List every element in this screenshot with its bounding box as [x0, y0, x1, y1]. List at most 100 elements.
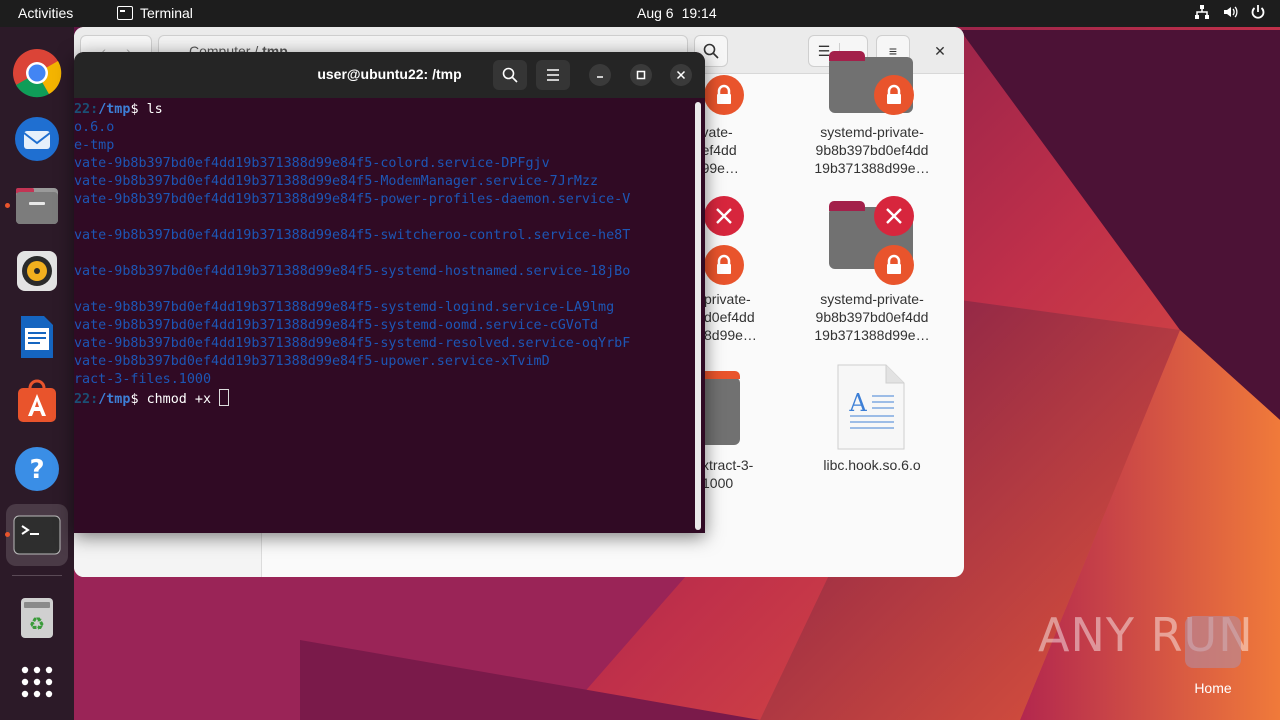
terminal-output[interactable]: r@ubuntu22:/tmp$ lsc.hook.so.6.okaged_pi… — [74, 100, 694, 533]
power-icon — [1250, 4, 1266, 20]
maximize-icon — [636, 70, 646, 80]
files-icon — [16, 188, 58, 224]
terminal-line: temd-private-9b8b397bd0ef4dd19b371388d99… — [74, 191, 630, 209]
dock-thunderbird[interactable] — [12, 114, 62, 164]
thunderbird-icon — [15, 117, 59, 161]
file-label-line: libc.hook.so.6.o — [823, 457, 921, 473]
terminal-titlebar[interactable]: user@ubuntu22: /tmp — [74, 52, 705, 98]
rhythmbox-icon — [17, 251, 57, 291]
lock-icon — [704, 245, 744, 285]
activities-button[interactable]: Activities — [18, 5, 73, 21]
maximize-button[interactable] — [630, 64, 652, 86]
home-folder-icon — [1185, 616, 1241, 668]
close-icon — [676, 70, 686, 80]
file-item-partial[interactable]: private- d0ef4dd 8d99e… — [704, 290, 784, 344]
prompt-symbol: $ — [130, 392, 147, 407]
clock-date: Aug 6 — [637, 5, 674, 21]
folder-icon — [702, 377, 740, 445]
dock-help[interactable]: ? — [12, 444, 62, 494]
dock-files[interactable] — [12, 180, 62, 230]
prompt-path: /tmp — [98, 392, 131, 407]
minimize-button[interactable] — [589, 64, 611, 86]
terminal-line: c.hook.so.6.o — [74, 119, 114, 137]
help-icon: ? — [15, 447, 59, 491]
search-icon — [703, 43, 719, 59]
svg-text:♻: ♻ — [29, 614, 45, 635]
terminal-search-button[interactable] — [493, 60, 527, 90]
file-label-line: 1000 — [702, 475, 734, 491]
svg-text:?: ? — [29, 455, 44, 485]
prompt-command: ls — [146, 102, 163, 117]
software-icon — [18, 379, 56, 422]
clock-time: 19:14 — [681, 5, 717, 21]
clock[interactable]: Aug 6 19:14 — [637, 5, 717, 21]
terminal-line: temd-private-9b8b397bd0ef4dd19b371388d99… — [74, 299, 614, 317]
close-icon: ✕ — [934, 42, 946, 59]
terminal-menu-button[interactable] — [536, 60, 570, 90]
desktop-home[interactable]: Home — [1184, 616, 1242, 696]
home-label: Home — [1194, 680, 1232, 696]
dock-rhythmbox[interactable] — [12, 246, 62, 296]
prompt-command: chmod +x — [146, 392, 220, 407]
trash-icon: ♻ — [21, 598, 53, 638]
terminal-scrollbar[interactable] — [695, 102, 701, 530]
network-icon — [1194, 4, 1210, 20]
text-cursor — [219, 389, 230, 406]
file-label-line: d0ef4dd — [704, 309, 755, 325]
file-label-line: systemd-private- — [820, 291, 924, 307]
file-label-line: 9b8b397bd0ef4dd — [815, 309, 929, 325]
terminal-line: temd-private-9b8b397bd0ef4dd19b371388d99… — [74, 155, 550, 173]
writer-icon — [21, 316, 53, 358]
dock-separator — [12, 575, 62, 576]
dock-terminal[interactable] — [6, 504, 68, 566]
file-label-line: private- — [704, 291, 751, 307]
x-icon — [704, 196, 744, 236]
svg-text:A: A — [848, 389, 867, 417]
document-icon: A — [837, 364, 905, 450]
dock-writer[interactable] — [12, 312, 62, 362]
x-icon — [874, 196, 914, 236]
close-button[interactable] — [670, 64, 692, 86]
terminal-line: kaged_pie-tmp — [74, 137, 114, 155]
file-label-line: xtract-3- — [702, 457, 754, 473]
lock-icon — [704, 75, 744, 115]
system-tray[interactable] — [1194, 4, 1266, 20]
search-icon — [502, 67, 518, 83]
file-label-line: systemd-private- — [820, 124, 924, 140]
terminal-icon — [13, 515, 61, 555]
chrome-icon — [13, 49, 62, 98]
close-button[interactable]: ✕ — [924, 35, 956, 67]
file-label-line: 19b371388d99e… — [814, 327, 930, 343]
ls-entry: vate-9b8b397bd0ef4dd19b371388d99e84f5-Mo… — [74, 174, 599, 189]
file-item-partial[interactable]: xtract-3- 1000 — [702, 456, 782, 492]
terminal-running-indicator — [5, 532, 10, 537]
ls-entry: vate-9b8b397bd0ef4dd19b371388d99e84f5-sy… — [74, 318, 599, 333]
dock-show-apps[interactable] — [12, 657, 62, 707]
lock-icon — [874, 75, 914, 115]
dock-chrome[interactable] — [12, 48, 62, 98]
lock-icon — [874, 245, 914, 285]
dock-software[interactable] — [12, 378, 62, 428]
folder-tab — [702, 371, 740, 379]
terminal-window: user@ubuntu22: /tmp r@ubuntu22:/tmp$ lsc… — [74, 52, 705, 533]
app-menu[interactable]: Terminal — [117, 5, 193, 21]
ls-entry: vate-9b8b397bd0ef4dd19b371388d99e84f5-sy… — [74, 264, 631, 279]
ls-entry: vate-9b8b397bd0ef4dd19b371388d99e84f5-co… — [74, 156, 550, 171]
terminal-line: temd-private-9b8b397bd0ef4dd19b371388d99… — [74, 335, 630, 353]
terminal-line: r@ubuntu22:/tmp$ chmod +x — [74, 389, 230, 407]
file-label-line: 9b8b397bd0ef4dd — [815, 142, 929, 158]
prompt-symbol: $ — [130, 102, 147, 117]
app-name: Terminal — [140, 5, 193, 21]
terminal-line: temd-private-9b8b397bd0ef4dd19b371388d99… — [74, 317, 598, 335]
terminal-line: temd-private-9b8b397bd0ef4dd19b371388d99… — [74, 173, 598, 191]
hamburger-icon — [547, 69, 559, 81]
dock: ? ♻ — [0, 27, 74, 720]
terminal-line: temd-private-9b8b397bd0ef4dd19b371388d99… — [74, 227, 630, 245]
terminal-line: temd-private-9b8b397bd0ef4dd19b371388d99… — [74, 353, 550, 371]
ls-entry: vate-9b8b397bd0ef4dd19b371388d99e84f5-sw… — [74, 228, 631, 243]
ls-entry: e-tmp — [74, 138, 115, 153]
prompt-host: 22: — [74, 102, 99, 117]
files-running-indicator — [5, 203, 10, 208]
minimize-icon — [597, 76, 603, 78]
dock-trash[interactable]: ♻ — [12, 593, 62, 643]
